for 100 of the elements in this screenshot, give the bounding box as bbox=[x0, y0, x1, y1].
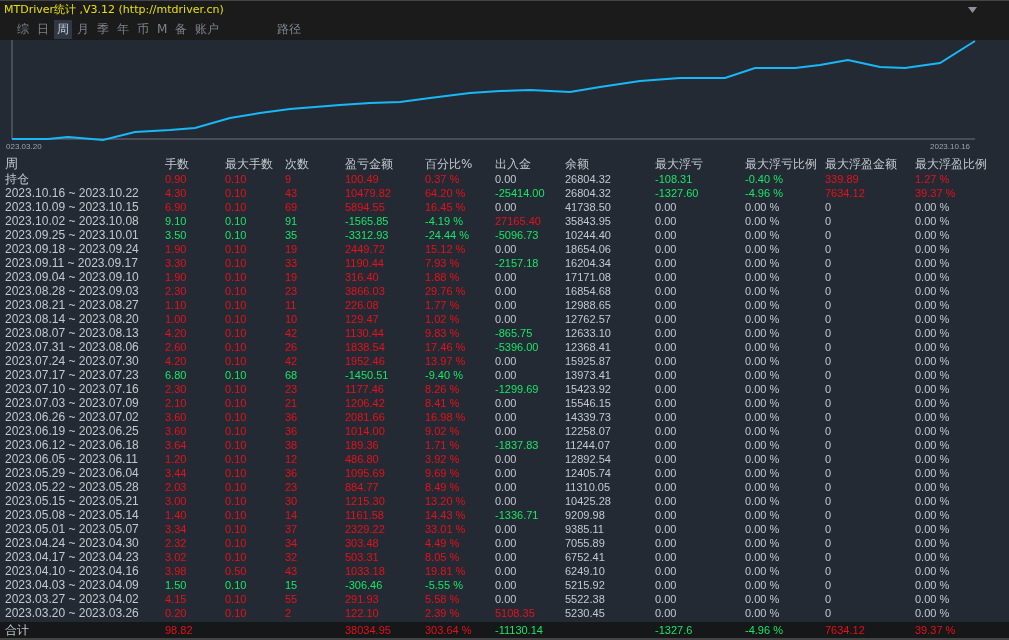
trades-cell-text: 23 bbox=[285, 382, 299, 396]
tab[interactable]: 季 bbox=[94, 19, 112, 39]
profit-cell-text: 1177.46 bbox=[345, 382, 385, 396]
trades-cell-text: 10 bbox=[285, 312, 299, 326]
lots-cell-text: 3.60 bbox=[165, 410, 188, 424]
max-drawdown-cell-text: 0.00 bbox=[655, 606, 678, 620]
max-drawdown-cell-text: -1327.60 bbox=[655, 186, 700, 200]
max-float-profit-cell-text: 0 bbox=[825, 606, 833, 620]
axis-label: 2023.10.16 bbox=[930, 142, 971, 151]
float-profit-percent-cell-text: 0.00 % bbox=[915, 606, 951, 620]
percent-cell-text: 9.83 % bbox=[425, 326, 461, 340]
lots-cell-text: 1.90 bbox=[165, 270, 188, 284]
totals-label: 合计 bbox=[5, 622, 30, 638]
max-drawdown-cell-text: 0.00 bbox=[655, 452, 678, 466]
period-cell-text: 2023.06.12 ~ 2023.06.18 bbox=[5, 438, 140, 452]
float-profit-percent-cell-text: 0.00 % bbox=[915, 214, 951, 228]
tab[interactable]: 年 bbox=[114, 19, 132, 39]
trades-cell-text: 23 bbox=[285, 284, 299, 298]
profit-cell-text: 1952.46 bbox=[345, 354, 386, 368]
deposit-cell-text: -1837.83 bbox=[495, 438, 540, 452]
float-profit-percent-cell-text: 0.00 % bbox=[915, 312, 951, 326]
max-lots-cell-text: 0.10 bbox=[225, 354, 248, 368]
max-float-profit-cell-text: 0 bbox=[825, 564, 833, 578]
max-drawdown-cell-text: 0.00 bbox=[655, 522, 678, 536]
max-float-profit-cell-text: 7634.12 bbox=[825, 186, 866, 200]
float-profit-percent-cell-text: 0.00 % bbox=[915, 228, 951, 242]
profit-cell-text: 5894.55 bbox=[345, 200, 386, 214]
trades-cell-text: 23 bbox=[285, 480, 299, 494]
max-float-profit-cell-text: 339.89 bbox=[825, 172, 860, 186]
deposit-cell-text: -11130.14 bbox=[495, 623, 544, 638]
max-float-profit-cell-text: 0 bbox=[825, 452, 833, 466]
tab[interactable]: 账户 bbox=[192, 19, 223, 39]
max-drawdown-cell-text: 0.00 bbox=[655, 410, 678, 424]
percent-cell-text: 13.97 % bbox=[425, 354, 467, 368]
deposit-cell-text: 0.00 bbox=[495, 452, 518, 466]
balance-cell-text: 6752.41 bbox=[565, 550, 606, 564]
drawdown-percent-cell-text: -4.96 % bbox=[745, 623, 784, 638]
balance-cell-text: 5230.45 bbox=[565, 606, 606, 620]
tab[interactable]: 月 bbox=[74, 19, 92, 39]
max-drawdown-cell-text: 0.00 bbox=[655, 228, 678, 242]
trades-cell-text: 42 bbox=[285, 326, 299, 340]
max-drawdown-cell-text: 0.00 bbox=[655, 438, 678, 452]
max-float-profit-cell-text: 0 bbox=[825, 424, 833, 438]
period-cell-text: 2023.08.21 ~ 2023.08.27 bbox=[5, 298, 140, 312]
balance-cell-text: 26804.32 bbox=[565, 186, 612, 200]
float-profit-percent-cell-text: 0.00 % bbox=[915, 494, 951, 508]
lots-cell-text: 0.90 bbox=[165, 172, 188, 186]
profit-cell-text: 1838.54 bbox=[345, 340, 386, 354]
max-lots-cell-text: 0.10 bbox=[225, 438, 248, 452]
max-drawdown-cell-text: 0.00 bbox=[655, 242, 678, 256]
profit-cell-text: 1215.30 bbox=[345, 494, 386, 508]
balance-cell-text: 15546.15 bbox=[565, 396, 612, 410]
max-lots-cell-text: 0.10 bbox=[225, 284, 248, 298]
max-float-profit-cell-text: 0 bbox=[825, 326, 833, 340]
tab[interactable]: 备 bbox=[172, 19, 191, 39]
max-float-profit-cell-text: 0 bbox=[825, 396, 833, 410]
period-cell-text: 2023.09.25 ~ 2023.10.01 bbox=[5, 228, 140, 242]
lots-cell-text: 3.60 bbox=[165, 424, 188, 438]
max-drawdown-cell-text: 0.00 bbox=[655, 354, 678, 368]
profit-cell-text: 189.36 bbox=[345, 438, 380, 452]
balance-cell-text: 11244.07 bbox=[565, 438, 612, 452]
profit-cell-text: 10479.82 bbox=[345, 186, 392, 200]
lots-cell-text: 1.50 bbox=[165, 578, 188, 592]
profit-cell-text: 226.08 bbox=[345, 298, 380, 312]
period-cell-text: 2023.10.16 ~ 2023.10.22 bbox=[5, 186, 140, 200]
tab[interactable]: 周 bbox=[54, 19, 72, 39]
dropdown-arrow-icon[interactable] bbox=[968, 6, 977, 13]
max-drawdown-cell-text: 0.00 bbox=[655, 480, 678, 494]
period-cell-text: 2023.07.10 ~ 2023.07.16 bbox=[5, 382, 140, 396]
max-drawdown-cell-text: 0.00 bbox=[655, 200, 678, 214]
tab[interactable]: 综 bbox=[14, 19, 32, 39]
trades-cell-text: 11 bbox=[285, 298, 298, 312]
profit-cell-text: 2329.22 bbox=[345, 522, 386, 536]
period-cell-text: 2023.09.04 ~ 2023.09.10 bbox=[5, 270, 140, 284]
percent-cell-text: 9.69 % bbox=[425, 466, 461, 480]
tab[interactable]: 路径 bbox=[274, 19, 305, 39]
balance-cell-text: 12988.65 bbox=[565, 298, 612, 312]
tab[interactable]: M bbox=[154, 21, 171, 38]
tab[interactable]: 日 bbox=[34, 19, 52, 39]
profit-cell-text: 291.93 bbox=[345, 592, 380, 606]
percent-cell-text: 13.20 % bbox=[425, 494, 467, 508]
balance-cell-text: 13973.41 bbox=[565, 368, 612, 382]
max-float-profit-cell-text: 0 bbox=[825, 312, 833, 326]
max-drawdown-cell-text: -1327.6 bbox=[655, 623, 694, 638]
percent-cell-text: -4.19 % bbox=[425, 214, 464, 228]
column-header: 最大浮亏 bbox=[655, 156, 704, 172]
drawdown-percent-cell-text: 0.00 % bbox=[745, 382, 781, 396]
tab[interactable]: 币 bbox=[134, 19, 152, 39]
trades-cell-text: 26 bbox=[285, 340, 299, 354]
drawdown-percent-cell-text: 0.00 % bbox=[745, 438, 781, 452]
percent-cell-text: 303.64 % bbox=[425, 623, 473, 638]
lots-cell-text: 2.30 bbox=[165, 284, 188, 298]
max-lots-cell-text: 0.10 bbox=[225, 452, 248, 466]
max-float-profit-cell-text: 0 bbox=[825, 284, 833, 298]
drawdown-percent-cell-text: 0.00 % bbox=[745, 508, 781, 522]
deposit-cell-text: -865.75 bbox=[495, 326, 534, 340]
lots-cell-text: 9.10 bbox=[165, 214, 188, 228]
period-cell-text: 2023.08.28 ~ 2023.09.03 bbox=[5, 284, 140, 298]
period-cell-text: 2023.04.24 ~ 2023.04.30 bbox=[5, 536, 140, 550]
percent-cell-text: 5.58 % bbox=[425, 592, 461, 606]
